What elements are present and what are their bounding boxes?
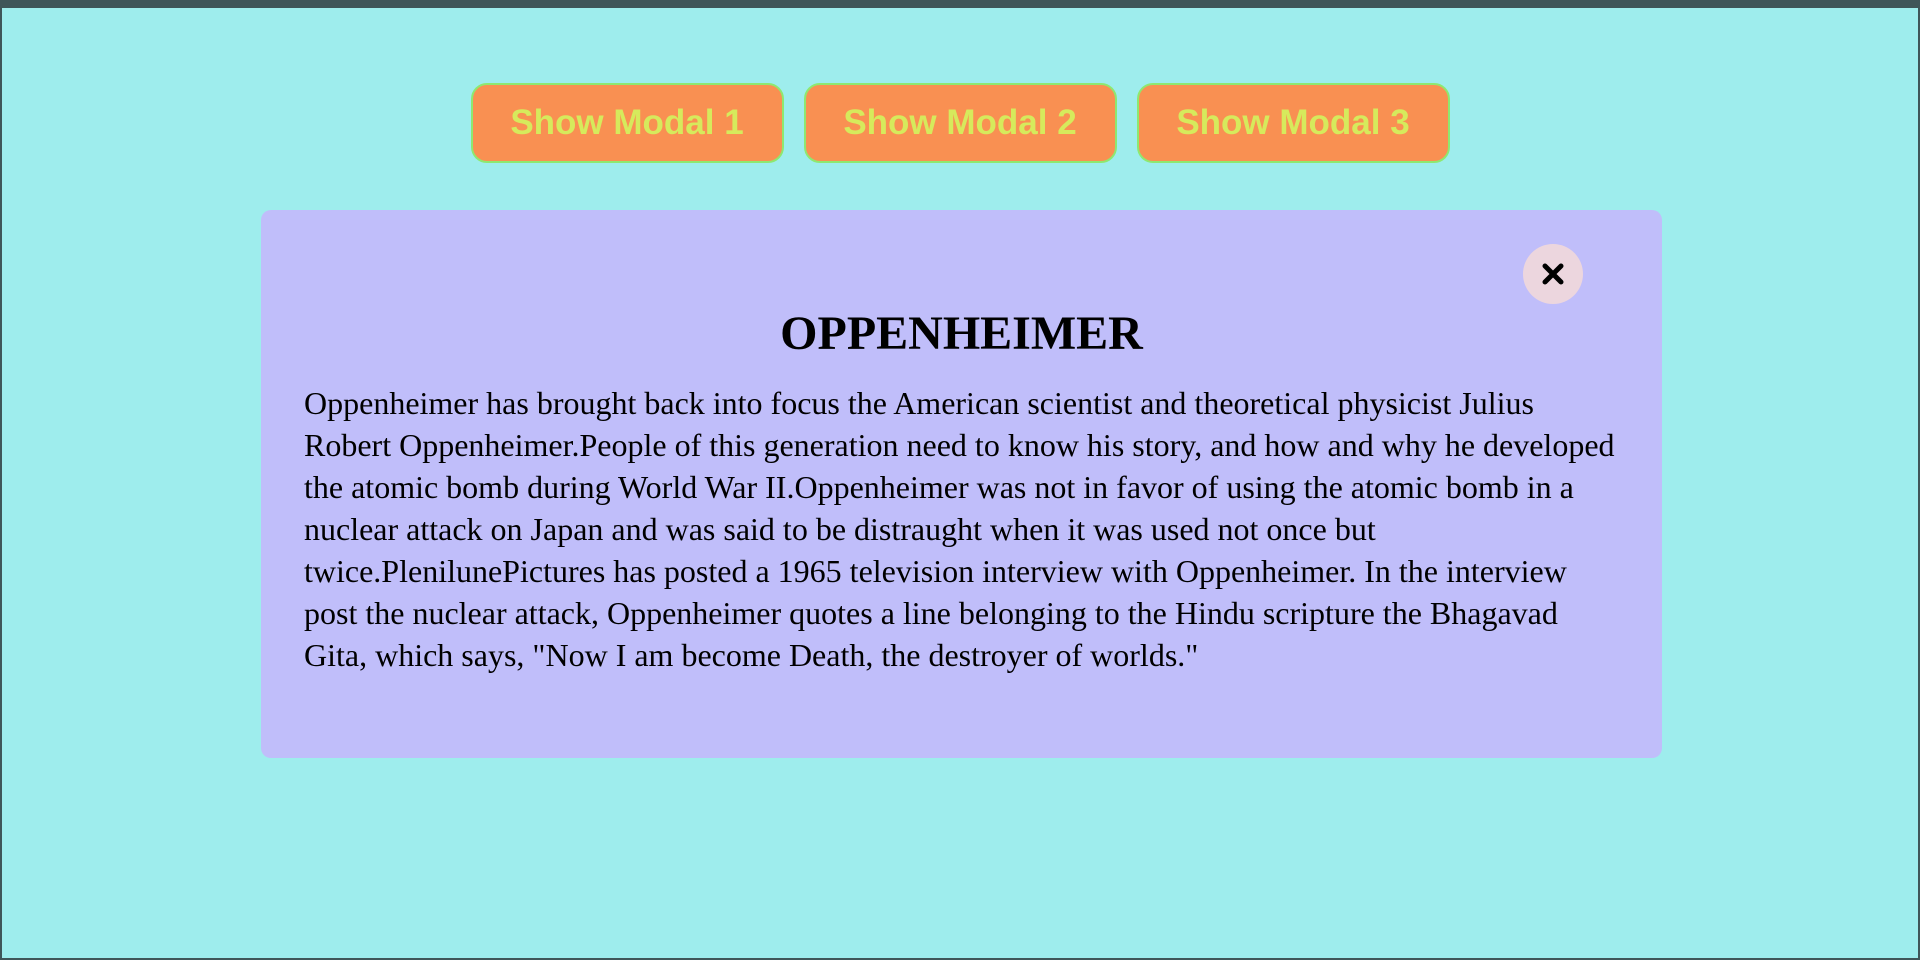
modal-title: OPPENHEIMER [780, 307, 1143, 360]
show-modal-3-button[interactable]: Show Modal 3 [1136, 83, 1450, 163]
show-modal-2-button[interactable]: Show Modal 2 [803, 83, 1117, 163]
modal-button-row: Show Modal 1 Show Modal 2 Show Modal 3 [2, 83, 1918, 163]
modal-body-text: Oppenheimer has brought back into focus … [304, 385, 1615, 673]
modal-close-button[interactable] [1523, 244, 1583, 304]
close-icon [1542, 263, 1564, 285]
modal-dialog: OPPENHEIMER Oppenheimer has brought back… [261, 210, 1662, 758]
show-modal-1-button[interactable]: Show Modal 1 [470, 83, 784, 163]
page-background: Show Modal 1 Show Modal 2 Show Modal 3 O… [2, 8, 1918, 958]
